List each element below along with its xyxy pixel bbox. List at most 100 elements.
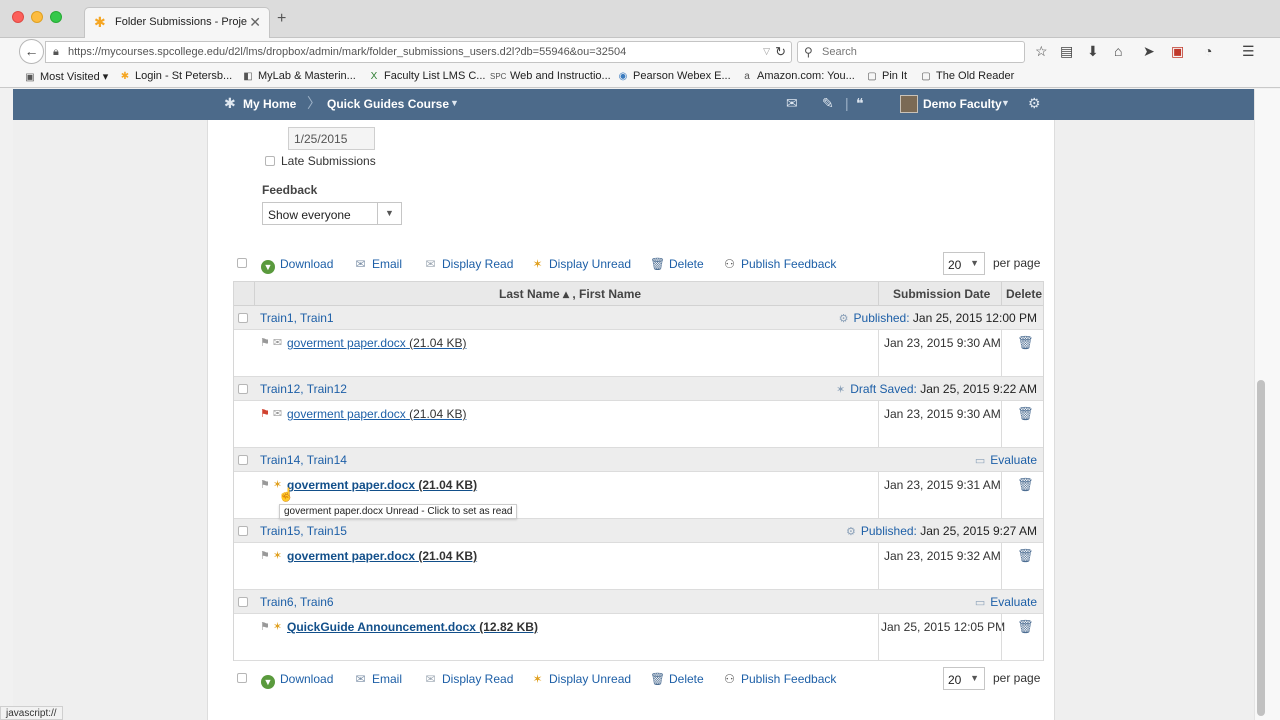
maximize-window-button[interactable] — [50, 11, 62, 23]
settings-gear-icon[interactable]: ⚙ — [1028, 96, 1041, 110]
bookmark-item[interactable]: ▢ Pin It — [866, 70, 907, 82]
feedback-status[interactable]: ⚙ Published: Jan 25, 2015 12:00 PM — [839, 311, 1037, 325]
back-button[interactable]: ← — [19, 39, 44, 64]
evaluate-link[interactable]: ▭ Evaluate — [975, 453, 1037, 467]
student-name-link[interactable]: Train14, Train14 — [260, 453, 347, 467]
unread-flag-icon[interactable]: ⚑ ✶ — [260, 620, 282, 633]
bookmark-item[interactable]: ◉ Pearson Webex E... — [617, 70, 731, 82]
display-unread-button-bottom[interactable]: ✶ Display Unread — [530, 672, 631, 686]
row-checkbox[interactable] — [238, 526, 248, 536]
file-link[interactable]: goverment paper.docx (21.04 KB) — [287, 549, 477, 563]
bookmark-item[interactable]: SPC Web and Instructio... — [490, 70, 611, 82]
submission-date: Jan 23, 2015 9:30 AM — [884, 336, 1001, 350]
evaluate-link[interactable]: ▭ Evaluate — [975, 595, 1037, 609]
search-box[interactable]: ⚲ Search — [797, 41, 1025, 63]
select-all-checkbox[interactable] — [237, 258, 247, 268]
file-link[interactable]: goverment paper.docx (21.04 KB) — [287, 407, 466, 421]
delete-trash-icon[interactable]: 🗑︎ — [1017, 335, 1034, 351]
row-checkbox[interactable] — [238, 455, 248, 465]
course-dropdown-icon[interactable]: ▼ — [450, 99, 459, 108]
url-bar[interactable]: 🔒︎ https://mycourses.spcollege.edu/d2l/l… — [45, 41, 792, 63]
notification-alerts-icon[interactable]: ✎ — [822, 96, 834, 110]
file-link[interactable]: QuickGuide Announcement.docx (12.82 KB) — [287, 620, 538, 634]
file-link[interactable]: goverment paper.docx (21.04 KB) — [287, 336, 466, 350]
publish-feedback-button-bottom[interactable]: ⚇ Publish Feedback — [722, 672, 836, 686]
sync-icon[interactable]: ◔ — [1204, 44, 1212, 58]
email-button[interactable]: ✉ Email — [353, 257, 402, 271]
delete-trash-icon[interactable]: 🗑︎ — [1017, 477, 1034, 493]
home-icon[interactable]: ⌂ — [1114, 44, 1122, 58]
minimize-window-button[interactable] — [31, 11, 43, 23]
row-checkbox[interactable] — [238, 384, 248, 394]
feedback-status[interactable]: ⚙ Published: Jan 25, 2015 9:27 AM — [846, 524, 1037, 538]
student-name-link[interactable]: Train1, Train1 — [260, 311, 334, 325]
per-page-select-bottom[interactable]: 20 ▼ — [943, 667, 985, 690]
feedback-filter-select[interactable]: Show everyone ▼ — [262, 202, 402, 225]
d2l-logo-icon[interactable]: ✱ — [224, 96, 236, 110]
download-arrow-icon[interactable]: ⬇ — [1087, 44, 1099, 58]
delete-trash-icon[interactable]: 🗑︎ — [1017, 619, 1034, 635]
red-flag-icon[interactable]: ⚑ ✉ — [260, 407, 282, 420]
delete-trash-icon[interactable]: 🗑︎ — [1017, 406, 1034, 422]
download-button[interactable]: ▼ Download — [261, 257, 333, 274]
user-menu[interactable]: Demo Faculty — [923, 97, 1002, 111]
extension-icon[interactable]: ▣ — [1171, 44, 1184, 58]
unread-flag-icon[interactable]: ⚑ ✶ — [260, 549, 282, 562]
delete-button[interactable]: 🗑︎ Delete — [650, 257, 704, 271]
reload-icon[interactable]: ↻ — [775, 44, 786, 60]
discussion-alerts-icon[interactable]: ❝ — [856, 96, 864, 110]
user-dropdown-icon[interactable]: ▼ — [1001, 99, 1010, 108]
scrollbar-thumb[interactable] — [1257, 380, 1265, 716]
student-name-link[interactable]: Train6, Train6 — [260, 595, 334, 609]
name-column-header[interactable]: Last Name ▴ , First Name — [499, 287, 641, 301]
url-dropdown-icon[interactable]: ▽ — [763, 46, 770, 57]
hand-cursor-icon: ☝ — [278, 487, 295, 502]
bookmark-item[interactable]: X Faculty List LMS C... — [368, 70, 486, 82]
student-name-link[interactable]: Train12, Train12 — [260, 382, 347, 396]
bookmark-item[interactable]: ▣ Most Visited ▾ — [24, 70, 108, 83]
row-checkbox[interactable] — [238, 313, 248, 323]
read-flag-icon[interactable]: ⚑ ✉ — [260, 336, 282, 349]
email-button-bottom[interactable]: ✉ Email — [353, 672, 402, 686]
delete-button-bottom[interactable]: 🗑︎ Delete — [650, 672, 704, 686]
browser-tab[interactable]: ✱ Folder Submissions - Proje... ✕ — [84, 7, 270, 38]
per-page-label: per page — [993, 256, 1041, 270]
bookmark-item[interactable]: a Amazon.com: You... — [741, 70, 855, 82]
reading-list-icon[interactable]: ▤ — [1060, 44, 1073, 58]
close-window-button[interactable] — [12, 11, 24, 23]
file-link[interactable]: goverment paper.docx (21.04 KB) — [287, 478, 477, 492]
my-home-link[interactable]: My Home — [243, 97, 296, 111]
avatar[interactable] — [900, 95, 918, 113]
per-page-select[interactable]: 20 ▼ — [943, 252, 985, 275]
header-divider — [1001, 282, 1002, 306]
delete-trash-icon[interactable]: 🗑︎ — [1017, 548, 1034, 564]
display-unread-button[interactable]: ✶ Display Unread — [530, 257, 631, 271]
display-read-button-bottom[interactable]: ✉ Display Read — [423, 672, 513, 686]
date-field[interactable]: 1/25/2015 — [288, 127, 375, 150]
submission-date-column-header[interactable]: Submission Date — [893, 287, 990, 301]
bookmark-favicon: ◉ — [618, 71, 628, 82]
bookmark-item[interactable]: ✱ Login - St Petersb... — [119, 70, 232, 82]
tab-close-icon[interactable]: ✕ — [249, 14, 261, 31]
message-alerts-icon[interactable]: ✉ — [786, 96, 798, 110]
student-name-link[interactable]: Train15, Train15 — [260, 524, 347, 538]
delete-column-header: Delete — [1006, 287, 1043, 301]
late-submissions-checkbox[interactable] — [265, 156, 275, 166]
chevron-down-icon[interactable]: ▼ — [377, 203, 401, 224]
new-tab-icon[interactable]: + — [277, 11, 286, 27]
bookmark-star-icon[interactable]: ☆ — [1035, 44, 1048, 58]
display-read-button[interactable]: ✉ Display Read — [423, 257, 513, 271]
tab-title: Folder Submissions - Proje... — [115, 16, 247, 28]
select-all-checkbox-bottom[interactable] — [237, 673, 247, 683]
bookmark-item[interactable]: ◧ MyLab & Masterin... — [242, 70, 356, 82]
bookmark-item[interactable]: ▢ The Old Reader — [920, 70, 1014, 82]
download-button-bottom[interactable]: ▼ Download — [261, 672, 333, 689]
row-checkbox[interactable] — [238, 597, 248, 607]
menu-icon[interactable]: ☰ — [1242, 44, 1255, 58]
course-selector[interactable]: Quick Guides Course — [327, 97, 449, 111]
publish-feedback-button[interactable]: ⚇ Publish Feedback — [722, 257, 836, 271]
send-icon[interactable]: ➤ — [1143, 44, 1155, 58]
column-divider — [1001, 543, 1002, 590]
url-text[interactable]: https://mycourses.spcollege.edu/d2l/lms/… — [68, 46, 626, 58]
feedback-status[interactable]: ✶ Draft Saved: Jan 25, 2015 9:22 AM — [836, 382, 1037, 396]
